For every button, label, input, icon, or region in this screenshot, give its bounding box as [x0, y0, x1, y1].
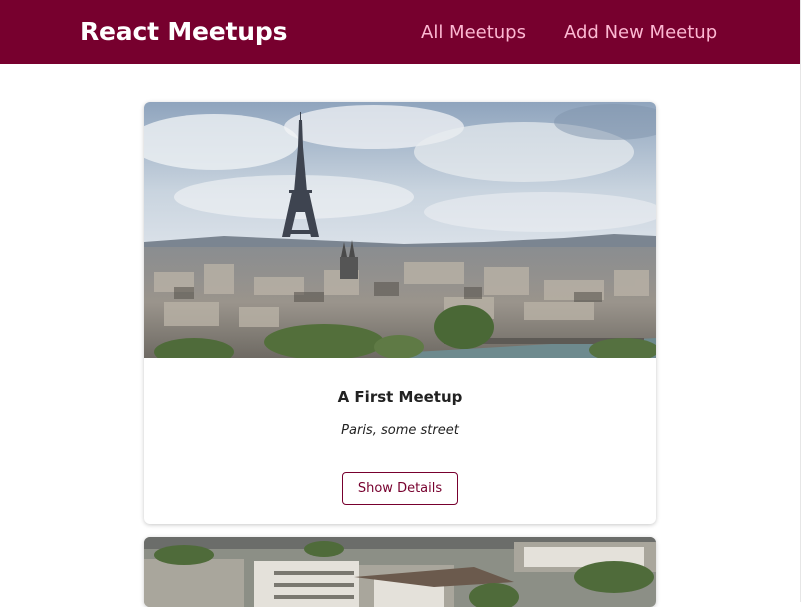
nav-link-all-meetups[interactable]: All Meetups [421, 21, 526, 45]
meetup-image [144, 537, 656, 607]
meetup-address: Paris, some street [341, 423, 459, 438]
main-header: React Meetups All Meetups Add New Meetup [0, 0, 800, 64]
meetup-card [144, 537, 656, 607]
meetup-title: A First Meetup [337, 388, 463, 406]
show-details-button[interactable]: Show Details [342, 472, 458, 505]
meetup-card: A First Meetup Paris, some street Show D… [144, 102, 656, 524]
meetup-image [144, 102, 656, 358]
app-logo: React Meetups [80, 17, 288, 46]
nav-link-add-new-meetup[interactable]: Add New Meetup [564, 21, 717, 45]
